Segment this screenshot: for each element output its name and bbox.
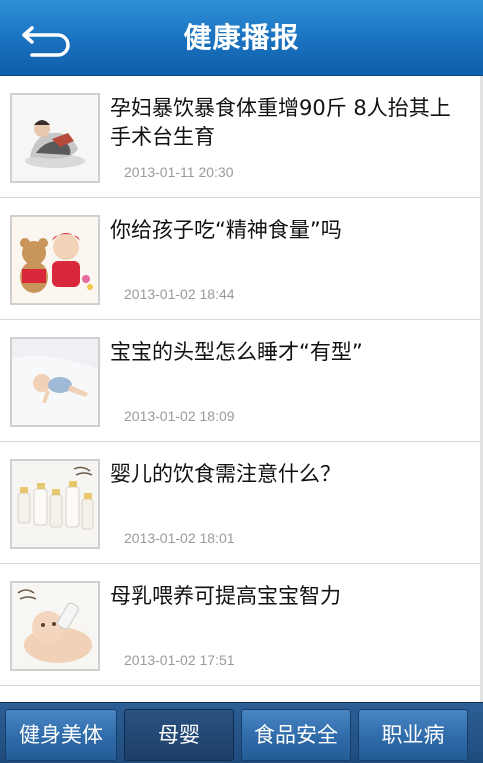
sleeping-baby-thumbnail bbox=[10, 337, 100, 427]
article-title: 母乳喂养可提高宝宝智力 bbox=[110, 584, 341, 608]
article-item[interactable]: 孕妇暴饮暴食体重增90斤 8人抬其上手术台生育 2013-01-11 20:30 bbox=[0, 76, 483, 198]
tab-maternal-infant[interactable]: 母婴 bbox=[124, 709, 234, 761]
article-title: 宝宝的头型怎么睡才“有型” bbox=[110, 340, 363, 364]
child-with-teddy-bear-thumbnail bbox=[10, 215, 100, 305]
tab-fitness[interactable]: 健身美体 bbox=[5, 709, 117, 761]
article-item[interactable]: 宝宝的头型怎么睡才“有型” 2013-01-02 18:09 bbox=[0, 320, 483, 442]
article-date: 2013-01-02 18:01 bbox=[124, 530, 235, 546]
article-item[interactable]: 母乳喂养可提高宝宝智力 2013-01-02 17:51 bbox=[0, 564, 483, 686]
article-date: 2013-01-02 18:09 bbox=[124, 408, 235, 424]
article-title: 婴儿的饮食需注意什么？ bbox=[110, 462, 341, 486]
tab-food-safety[interactable]: 食品安全 bbox=[241, 709, 351, 761]
tab-occupational-disease[interactable]: 职业病 bbox=[358, 709, 468, 761]
category-tab-bar: 健身美体 母婴 食品安全 职业病 bbox=[0, 702, 483, 763]
page-title: 健康播报 bbox=[183, 21, 300, 54]
article-title: 孕妇暴饮暴食体重增90斤 8人抬其上手术台生育 bbox=[110, 96, 451, 149]
article-item[interactable]: 你给孩子吃“精神食量”吗 2013-01-02 18:44 bbox=[0, 198, 483, 320]
pregnant-woman-thumbnail bbox=[10, 93, 100, 183]
article-title: 你给孩子吃“精神食量”吗 bbox=[110, 218, 342, 242]
article-item[interactable]: 婴儿的饮食需注意什么？ 2013-01-02 18:01 bbox=[0, 442, 483, 564]
milk-bottles-thumbnail bbox=[10, 459, 100, 549]
article-list: 孕妇暴饮暴食体重增90斤 8人抬其上手术台生育 2013-01-11 20:30… bbox=[0, 76, 483, 686]
header-bar: 健康播报 bbox=[0, 0, 483, 76]
article-date: 2013-01-02 18:44 bbox=[124, 286, 235, 302]
article-date: 2013-01-11 20:30 bbox=[124, 164, 234, 180]
article-date: 2013-01-02 17:51 bbox=[124, 652, 235, 668]
baby-drinking-bottle-thumbnail bbox=[10, 581, 100, 671]
